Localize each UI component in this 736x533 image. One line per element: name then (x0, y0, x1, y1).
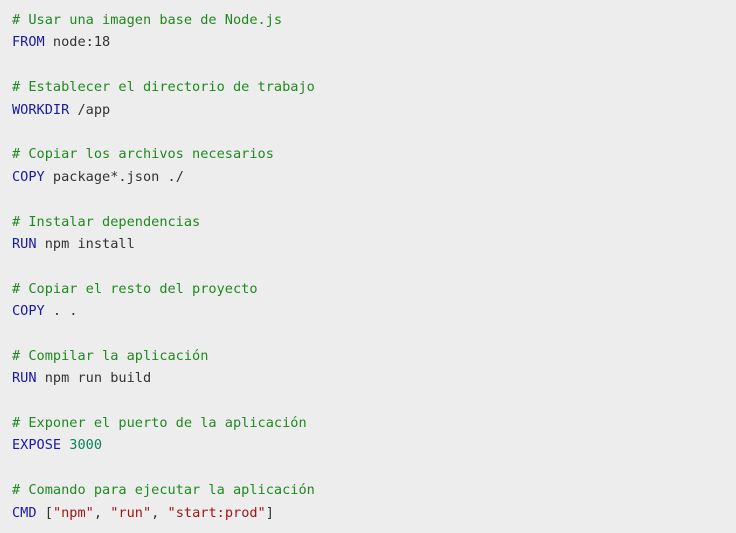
code-string: "start:prod" (167, 504, 266, 521)
code-text: /app (69, 101, 111, 118)
code-line: # Comando para ejecutar la aplicación (12, 479, 724, 501)
code-line: # Compilar la aplicación (12, 345, 724, 367)
code-line: COPY package*.json ./ (12, 166, 724, 188)
code-keyword: RUN (12, 370, 37, 387)
code-punctuation: , (151, 504, 168, 521)
code-keyword: COPY (12, 168, 45, 185)
code-punctuation: , (93, 504, 111, 521)
code-comment: # Compilar la aplicación (12, 347, 209, 364)
code-comment: # Exponer el puerto de la aplicación (12, 415, 307, 432)
code-comment: # Establecer el directorio de trabajo (12, 79, 315, 96)
code-comment: # Copiar los archivos necesarios (12, 146, 274, 163)
code-text: npm run build (36, 370, 152, 387)
code-string: "npm" (52, 504, 94, 521)
code-punctuation: [ (36, 504, 53, 521)
code-line: # Instalar dependencias (12, 211, 724, 233)
code-keyword: EXPOSE (12, 437, 62, 454)
code-line: # Exponer el puerto de la aplicación (12, 412, 724, 434)
code-keyword: COPY (12, 303, 45, 320)
code-comment: # Copiar el resto del proyecto (12, 280, 258, 297)
code-number: 3000 (69, 437, 103, 454)
code-comment: # Usar una imagen base de Node.js (12, 12, 283, 28)
code-line: # Establecer el directorio de trabajo (12, 76, 724, 98)
code-keyword: CMD (12, 504, 37, 521)
code-line: # Copiar el resto del proyecto (12, 278, 724, 300)
code-line: RUN npm install (12, 233, 724, 255)
code-string: "run" (110, 504, 152, 521)
dockerfile-code-block: # Usar una imagen base de Node.js FROM n… (0, 0, 736, 533)
code-text: npm install (36, 235, 135, 252)
code-line: # Copiar los archivos necesarios (12, 143, 724, 165)
code-keyword: FROM (12, 34, 45, 51)
code-comment: # Instalar dependencias (12, 213, 201, 230)
code-text: node:18 (44, 34, 111, 51)
code-punctuation: ] (265, 504, 274, 521)
code-text: . . (44, 303, 78, 320)
code-line: COPY . . (12, 300, 724, 322)
code-line: # Usar una imagen base de Node.js (12, 9, 724, 31)
code-line: RUN npm run build (12, 367, 724, 389)
code-text: package*.json ./ (44, 168, 184, 185)
code-keyword: WORKDIR (12, 101, 70, 118)
code-line: CMD ["npm", "run", "start:prod"] (12, 502, 724, 524)
code-line: EXPOSE 3000 (12, 434, 724, 456)
code-comment: # Comando para ejecutar la aplicación (12, 482, 315, 499)
code-line: WORKDIR /app (12, 99, 724, 121)
code-keyword: RUN (12, 235, 37, 252)
code-line: FROM node:18 (12, 31, 724, 53)
